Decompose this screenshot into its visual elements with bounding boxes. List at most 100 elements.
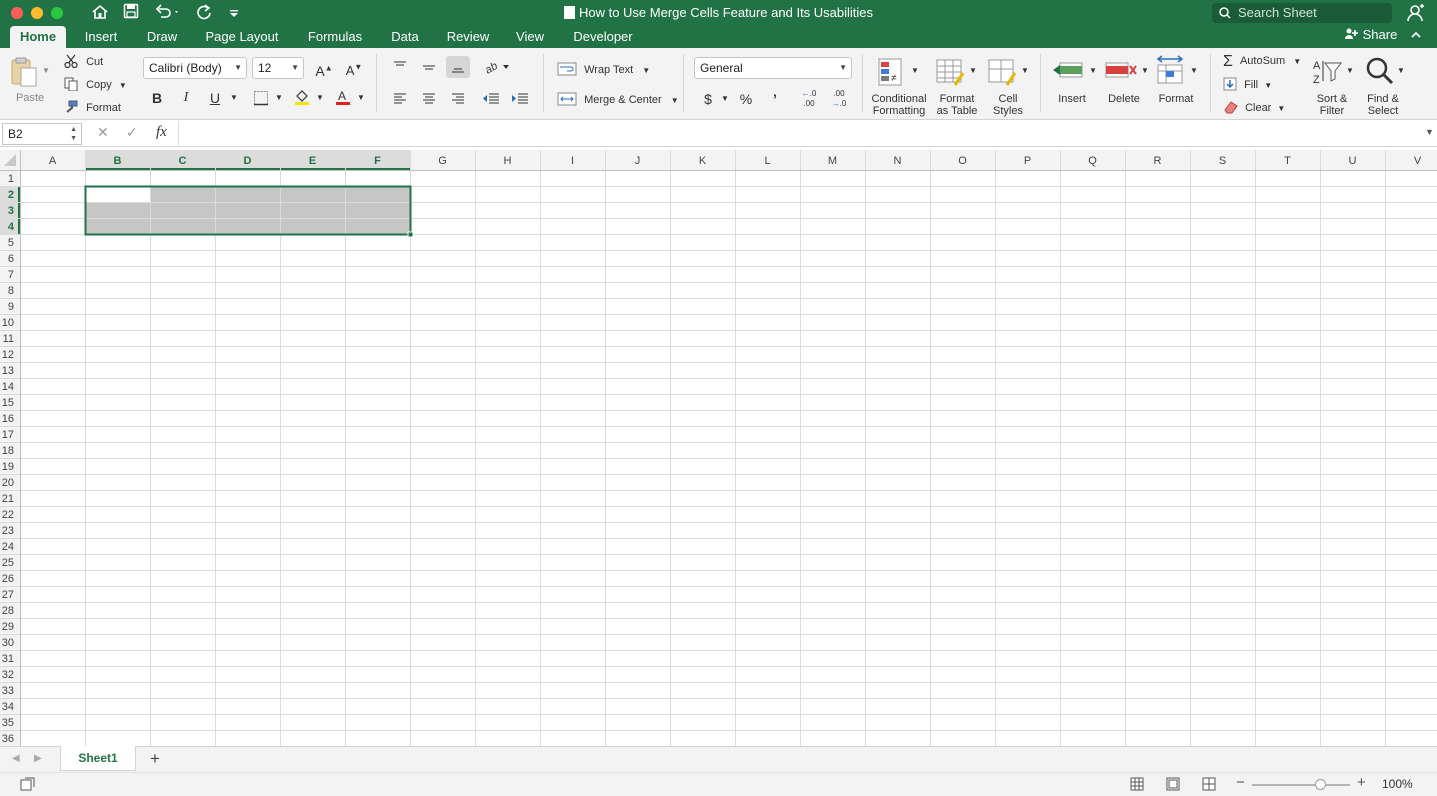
column-header-q[interactable]: Q [1088,155,1097,167]
row-header-28[interactable]: 28 [2,605,14,617]
row-header-3[interactable]: 3 [8,205,14,217]
column-header-m[interactable]: M [828,155,837,167]
tab-view[interactable]: View [508,26,552,48]
row-header-31[interactable]: 31 [2,653,14,665]
row-header-32[interactable]: 32 [2,669,14,681]
column-header-s[interactable]: S [1219,155,1226,167]
insert-cells-icon[interactable] [1052,57,1083,87]
selected-cell[interactable] [345,202,410,218]
cell-styles-dropdown-arrow[interactable]: ▼ [1021,66,1029,75]
row-header-10[interactable]: 10 [2,317,14,329]
number-format-dropdown[interactable]: General ▼ [694,57,852,79]
underline-button[interactable]: U [203,87,227,109]
insert-function-button[interactable]: fx [156,124,167,141]
scroll-sheets-left-icon[interactable]: ◀ [12,753,20,764]
format-dropdown-arrow[interactable]: ▼ [1190,66,1198,75]
zoom-slider-thumb[interactable] [1314,779,1326,790]
tab-formulas[interactable]: Formulas [299,26,371,48]
cell-styles-button[interactable]: Cell Styles [986,93,1030,117]
zoom-in-button[interactable]: + [1357,774,1366,791]
wrap-text-button[interactable]: Wrap Text ▼ [557,62,650,76]
page-layout-view-icon[interactable] [1166,777,1180,794]
conditional-formatting-dropdown-arrow[interactable]: ▼ [911,66,919,75]
sort-filter-icon[interactable]: AZ [1313,57,1343,87]
row-header-30[interactable]: 30 [2,637,14,649]
selected-cell[interactable] [345,218,410,234]
format-cells-button[interactable]: Format [1155,93,1197,105]
clear-dropdown-arrow[interactable]: ▼ [1277,104,1285,113]
search-sheet-input[interactable]: Search Sheet [1212,3,1392,23]
format-as-table-icon[interactable] [935,57,965,87]
row-header-12[interactable]: 12 [2,349,14,361]
copy-button[interactable]: Copy ▼ [64,77,127,92]
accounting-format-button[interactable]: $ [696,88,720,110]
formula-input[interactable] [184,125,1414,143]
decrease-decimal-button[interactable]: .00 →.0 [826,88,852,110]
zoom-slider[interactable] [1252,779,1350,790]
format-cells-icon[interactable] [1156,55,1186,85]
selected-cell[interactable] [150,218,215,234]
align-middle-button[interactable] [417,56,441,78]
row-header-5[interactable]: 5 [8,237,14,249]
font-color-dropdown-arrow[interactable]: ▼ [357,93,365,102]
column-header-u[interactable]: U [1349,155,1357,167]
cell-styles-icon[interactable] [987,57,1017,87]
column-header-l[interactable]: L [764,155,770,167]
worksheet-grid[interactable]: A B C D E F G H I J K L M N O P Q R S T U V 1 2 3 4 5 6 7 8 9 10 11 12 13 1… [0,150,1437,746]
sheet-tab-sheet1[interactable]: Sheet1 [60,746,136,771]
tab-insert[interactable]: Insert [75,26,127,48]
row-header-24[interactable]: 24 [2,541,14,553]
tab-data[interactable]: Data [382,26,428,48]
align-right-button[interactable] [446,87,470,109]
grid-canvas[interactable]: A B C D E F G H I J K L M N O P Q R S T U V123456789101112131… [0,150,1437,746]
row-header-20[interactable]: 20 [2,477,14,489]
selected-cell[interactable] [345,186,410,202]
row-header-27[interactable]: 27 [2,589,14,601]
align-center-button[interactable] [417,87,441,109]
decrease-indent-button[interactable] [479,87,503,109]
collapse-ribbon-icon[interactable] [1411,27,1421,42]
selected-cell[interactable] [215,202,280,218]
cancel-entry-icon[interactable]: ✕ [97,124,109,141]
font-size-dropdown[interactable]: 12 ▼ [252,57,304,79]
tab-draw[interactable]: Draw [138,26,186,48]
bold-button[interactable]: B [145,87,169,109]
scroll-sheets-right-icon[interactable]: ▶ [34,753,42,764]
selected-cell[interactable] [150,202,215,218]
column-header-d[interactable]: D [244,155,252,167]
selected-cell[interactable] [280,186,345,202]
row-header-2[interactable]: 2 [8,189,14,201]
format-painter-button[interactable]: Format [64,100,121,114]
wrap-text-dropdown-arrow[interactable]: ▼ [642,66,650,75]
row-header-29[interactable]: 29 [2,621,14,633]
merge-center-button[interactable]: Merge & Center ▼ [557,92,679,106]
row-header-6[interactable]: 6 [8,253,14,265]
row-header-25[interactable]: 25 [2,557,14,569]
row-header-1[interactable]: 1 [8,173,14,185]
row-header-13[interactable]: 13 [2,365,14,377]
column-header-p[interactable]: P [1024,155,1031,167]
row-header-21[interactable]: 21 [2,493,14,505]
selected-cell[interactable] [215,218,280,234]
borders-button[interactable] [249,87,273,109]
fill-color-button[interactable] [290,87,314,109]
confirm-entry-icon[interactable]: ✓ [126,124,138,141]
clear-button[interactable]: Clear ▼ [1223,100,1285,114]
column-header-e[interactable]: E [309,155,316,167]
sort-filter-button[interactable]: Sort & Filter [1311,93,1353,117]
column-header-n[interactable]: N [894,155,902,167]
tab-page-layout[interactable]: Page Layout [196,26,288,48]
autosum-button[interactable]: Σ AutoSum ▼ [1223,53,1301,71]
increase-font-size-button[interactable]: A▲ [311,57,337,79]
align-left-button[interactable] [388,87,412,109]
column-header-o[interactable]: O [958,155,967,167]
copy-dropdown-arrow[interactable]: ▼ [119,81,127,90]
selected-cell[interactable] [215,186,280,202]
row-header-33[interactable]: 33 [2,685,14,697]
row-header-18[interactable]: 18 [2,445,14,457]
increase-decimal-button[interactable]: ←.0.00 [796,88,822,110]
increase-indent-button[interactable] [508,87,532,109]
selected-cell[interactable] [85,218,150,234]
column-header-g[interactable]: G [438,155,447,167]
row-header-16[interactable]: 16 [2,413,14,425]
